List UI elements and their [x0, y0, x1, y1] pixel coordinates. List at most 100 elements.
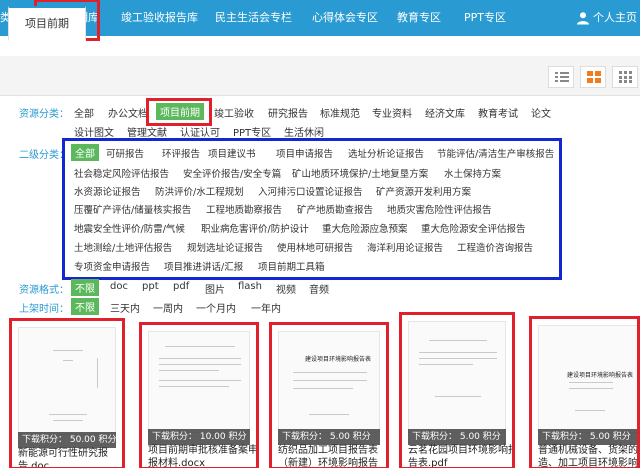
sub-option-all[interactable]: 全部 [71, 144, 99, 161]
card-title-line1[interactable]: 云茗花园项目环境影响报 [408, 444, 512, 457]
nav-item-democratic-life[interactable]: 民主生活会专栏 [215, 0, 292, 36]
doc-thumbnail: 建设项目环境影响报告表 [538, 325, 637, 433]
card-title-line1[interactable]: 项目前期审批核准备案申 [148, 444, 256, 457]
sub-option-seismic[interactable]: 地震安全性评价/防雷/气候 [74, 221, 185, 235]
format-option-video[interactable]: 视频 [276, 281, 296, 296]
time-option-any[interactable]: 不限 [71, 298, 99, 315]
grid-view-button[interactable] [580, 66, 606, 88]
doc-thumbnail: 建设项目环境影响报告表 [278, 331, 380, 433]
format-option-image[interactable]: 图片 [205, 281, 225, 296]
card-title-line1[interactable]: 普通机械设备、货架的制 [538, 444, 637, 457]
doc-card[interactable]: 下载积分： 10.00 积分 项目前期审批核准备案申 报材料.docx [139, 322, 259, 468]
page-root: 类 项目前期库 竣工验收报告库 民主生活会专栏 心得体会专区 教育专区 PPT专… [0, 0, 640, 468]
sub-option-mine-env[interactable]: 矿山地质环境保护/土地复垦方案 [292, 166, 428, 180]
sub-option-hazard-assess[interactable]: 重大危险源安全评估报告 [421, 221, 526, 235]
tab-project-early[interactable]: 项目前期 [8, 6, 86, 41]
list-view-button[interactable] [548, 66, 574, 88]
sub-option-geology-survey[interactable]: 工程地质勘察报告 [206, 202, 282, 216]
sub-option-mineral-dev[interactable]: 矿产资源开发利用方案 [376, 184, 471, 198]
time-option-week[interactable]: 一周内 [153, 300, 183, 315]
source-option-economy[interactable]: 经济文库 [425, 105, 465, 120]
sub-option-flood[interactable]: 防洪评价/水工程规划 [155, 184, 244, 198]
sub-option-sewage[interactable]: 入河排污口设置论证报告 [258, 184, 363, 198]
nav-item-experience[interactable]: 心得体会专区 [312, 0, 378, 36]
doc-card[interactable]: 建设项目环境影响报告表 下载积分： 5.00 积分 纺织品加工项目报告表 （新建… [269, 322, 389, 468]
time-label: 上架时间： [19, 304, 69, 315]
source-option-professional[interactable]: 专业资料 [372, 105, 412, 120]
source-option-life[interactable]: 生活休闲 [284, 124, 324, 139]
source-option-completion[interactable]: 竣工验收 [214, 105, 254, 120]
source-option-office[interactable]: 办公文档 [108, 105, 148, 120]
doc-thumbnail [148, 331, 250, 433]
source-option-research[interactable]: 研究报告 [268, 105, 308, 120]
sub-option-occupational[interactable]: 职业病危害评价/防护设计 [201, 221, 309, 235]
sub-option-feasibility[interactable]: 可研报告 [106, 146, 144, 160]
sub-option-cost[interactable]: 工程造价咨询报告 [457, 240, 533, 254]
sub-option-proposal[interactable]: 项目建议书 [208, 146, 256, 160]
doc-card[interactable]: 下载积分： 5.00 积分 云茗花园项目环境影响报 告表.pdf [399, 312, 515, 468]
format-option-doc[interactable]: doc [110, 281, 128, 292]
format-label: 资源格式： [19, 285, 69, 296]
tile-view-icon [619, 71, 632, 83]
sub-option-funding[interactable]: 专项资金申请报告 [74, 259, 150, 273]
price-badge: 下载积分： 5.00 积分 [538, 429, 637, 445]
source-option-certification[interactable]: 认证认可 [180, 124, 220, 139]
format-option-flash[interactable]: flash [238, 281, 262, 292]
tab-bar [0, 56, 640, 96]
sub-option-geo-hazard[interactable]: 地质灾害危险性评估报告 [387, 202, 492, 216]
sub-option-ocean[interactable]: 海洋利用论证报告 [367, 240, 443, 254]
sub-option-social-risk[interactable]: 社会稳定风险评估报告 [74, 166, 169, 180]
price-badge: 下载积分： 10.00 积分 [148, 429, 250, 445]
card-title-line2[interactable]: 告表.pdf [408, 457, 447, 467]
card-title-line2[interactable]: （新建）环境影响报告 [278, 457, 378, 467]
sub-option-speech[interactable]: 项目推进讲话/汇报 [164, 259, 243, 273]
time-option-month[interactable]: 一个月内 [196, 300, 236, 315]
price-badge: 下载积分： 50.00 积分 [18, 432, 117, 448]
doc-card[interactable]: 建设项目环境影响报告表 下载积分： 5.00 积分 普通机械设备、货架的制 造、… [529, 316, 640, 468]
nav-item-ppt[interactable]: PPT专区 [464, 0, 506, 36]
list-view-icon [555, 72, 569, 82]
source-option-design[interactable]: 设计图文 [74, 124, 114, 139]
format-option-ppt[interactable]: ppt [142, 281, 159, 292]
time-option-3days[interactable]: 三天内 [110, 300, 140, 315]
card-title-line2[interactable]: 告.doc [18, 460, 49, 467]
sub-option-energy[interactable]: 节能评估/清洁生产审核报告 [437, 146, 554, 160]
price-badge: 下载积分： 5.00 积分 [278, 429, 380, 445]
sub-option-land-survey[interactable]: 土地测绘/土地评估报告 [74, 240, 172, 254]
tile-view-button[interactable] [612, 66, 638, 88]
sub-option-toolbox[interactable]: 项目前期工具箱 [258, 259, 325, 273]
sub-option-mineral-survey[interactable]: 矿产地质勘查报告 [297, 202, 373, 216]
source-option-standards[interactable]: 标准规范 [320, 105, 360, 120]
card-title-line2[interactable]: 报材料.docx [148, 457, 205, 467]
source-option-all[interactable]: 全部 [74, 105, 94, 120]
sub-option-site-selection[interactable]: 选址分析论证报告 [348, 146, 424, 160]
sub-option-safety[interactable]: 安全评价报告/安全专篇 [183, 166, 281, 180]
source-option-thesis[interactable]: 论文 [531, 105, 551, 120]
sub-option-reserves[interactable]: 压覆矿产评估/储量核实报告 [74, 202, 191, 216]
format-option-pdf[interactable]: pdf [173, 281, 189, 292]
sub-option-planning[interactable]: 规划选址论证报告 [187, 240, 263, 254]
nav-item-completion-report[interactable]: 竣工验收报告库 [121, 0, 198, 36]
format-option-audio[interactable]: 音频 [309, 281, 329, 296]
card-title-line1[interactable]: 新能源可行性研究报 [18, 447, 108, 460]
card-title-line1[interactable]: 纺织品加工项目报告表 [278, 444, 378, 457]
card-title-line2[interactable]: 造、加工项目环境影响报 [538, 457, 637, 467]
price-badge: 下载积分： 5.00 积分 [408, 429, 506, 445]
nav-item-education[interactable]: 教育专区 [397, 0, 441, 36]
sub-option-emergency[interactable]: 重大危险源应急预案 [322, 221, 408, 235]
source-option-ppt[interactable]: PPT专区 [233, 124, 271, 139]
sub-option-application[interactable]: 项目申请报告 [276, 146, 333, 160]
source-category-label: 资源分类： [19, 109, 69, 120]
doc-card[interactable]: 下载积分： 50.00 积分 新能源可行性研究报 告.doc [9, 318, 125, 468]
user-home-link[interactable]: 个人主页 [593, 0, 637, 36]
sub-option-soil[interactable]: 水土保持方案 [444, 166, 501, 180]
doc-thumbnail [408, 321, 506, 433]
sub-option-forest[interactable]: 使用林地可研报告 [277, 240, 353, 254]
time-option-year[interactable]: 一年内 [251, 300, 281, 315]
format-option-any[interactable]: 不限 [71, 279, 99, 296]
source-option-education-exam[interactable]: 教育考试 [478, 105, 518, 120]
sub-option-water[interactable]: 水资源论证报告 [74, 184, 141, 198]
source-option-management[interactable]: 管理文献 [127, 124, 167, 139]
sub-option-eia[interactable]: 环评报告 [162, 146, 200, 160]
grid-view-icon [587, 71, 601, 83]
